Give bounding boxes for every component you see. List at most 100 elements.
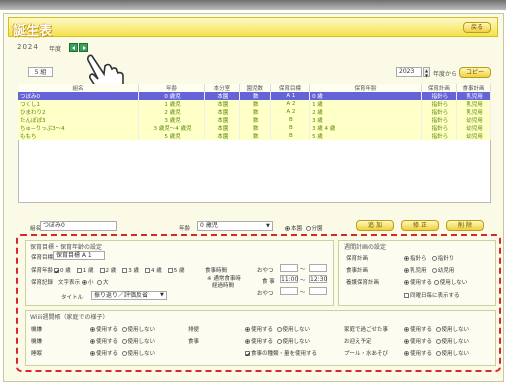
radio-use[interactable]	[245, 339, 250, 344]
fy-spinner[interactable]: ▲ ▼	[423, 67, 430, 78]
snack-pm-from[interactable]	[280, 287, 298, 295]
radio-nouse[interactable]	[276, 339, 282, 344]
snack-pm-to[interactable]	[309, 287, 327, 295]
table-row[interactable]: ちゅ−りっぷ3～4 3 歳児～4 歳児 本園数 B 3 歳 4 歳指針ら 幼児用	[18, 124, 492, 132]
spinner-arrows-icon: ▲ ▼	[425, 68, 429, 78]
snack-am-label: おやつ	[257, 268, 274, 274]
radio-use[interactable]	[90, 339, 95, 344]
age-checkbox[interactable]	[145, 268, 150, 273]
column-header[interactable]: 保育計画	[421, 84, 457, 92]
prev-year-button[interactable]	[69, 43, 78, 52]
checkbox-print[interactable]	[404, 293, 409, 298]
age-checkbox[interactable]	[54, 268, 59, 273]
column-header[interactable]: 園児数	[239, 84, 271, 92]
plan-row-label: 保育計画	[346, 256, 369, 262]
age-checkboxes[interactable]: 0 歳 1 歳 2 歳 3 歳 4 歳 5 歳	[54, 266, 191, 274]
meal-radios[interactable]: 乳児用 幼児用	[404, 266, 454, 274]
radio-use[interactable]	[245, 327, 250, 332]
table-header: 組名 年齢 本分室 園児数 保育目標 保育年齢 保育計画 食事計画	[18, 84, 492, 92]
plan-opt1: 指針ら	[410, 256, 427, 262]
notes-radios-b-0[interactable]: 使用する 使用しない	[245, 325, 310, 333]
age-checkbox[interactable]	[167, 268, 173, 273]
column-header[interactable]: 保育目標	[270, 84, 311, 92]
column-header[interactable]: 保育年齢	[309, 84, 422, 92]
radio-use[interactable]	[404, 339, 409, 344]
table-row[interactable]: ひまわり2 2 歳児 本園数 A 22 歳指針ら 乳児用	[18, 108, 492, 116]
goal-select[interactable]: 保育目標 A 1	[53, 251, 105, 260]
table-cell: 数	[239, 124, 271, 132]
notes-radios-b-1[interactable]: 使用する 使用しない	[245, 337, 310, 345]
table-cell: 乳児用	[456, 92, 492, 100]
age-checkbox-label: 4 歳	[151, 268, 162, 274]
font-size-radios[interactable]: 小 大	[82, 278, 109, 286]
group-count-field[interactable]: 5 組	[28, 67, 53, 77]
radio-plan-1[interactable]	[404, 256, 409, 261]
column-header[interactable]: 組名	[18, 84, 140, 92]
age-checkbox[interactable]	[76, 268, 82, 273]
column-header[interactable]: 年齢	[138, 84, 205, 92]
table-row[interactable]: たんぽぽ3 3 歳児 本園数 B 3 歳指針ら 幼児用	[18, 116, 492, 124]
print-label: 同曜日毎に表示する	[410, 293, 460, 299]
print-checkbox[interactable]: 同曜日毎に表示する	[404, 291, 460, 299]
fy-year-field[interactable]: 2023	[396, 67, 422, 77]
radio-meal-1[interactable]	[404, 268, 409, 273]
title-bar: 誕生表 戻る	[8, 17, 498, 39]
next-year-button[interactable]	[79, 43, 88, 52]
radio-use[interactable]	[90, 351, 95, 356]
back-button[interactable]: 戻る	[463, 22, 491, 33]
snack-am-from[interactable]	[280, 264, 298, 272]
notes-radios-c-2[interactable]: 使用する 使用しない	[404, 349, 469, 357]
add-button[interactable]: 追 加	[356, 220, 394, 231]
age-checkbox-label: 5 歳	[173, 268, 185, 274]
name-input[interactable]: つぼみ0	[40, 221, 117, 231]
table-row[interactable]: つぼみ0 0 歳児 本園数 A 10 歳指針ら 乳児用	[18, 92, 492, 100]
radio-nouse[interactable]	[121, 327, 127, 332]
radio-nouse[interactable]	[276, 327, 282, 332]
radio-use[interactable]	[404, 351, 409, 356]
edit-button[interactable]: 修 正	[401, 220, 439, 231]
room-radio-group[interactable]: 本園 分園	[285, 224, 323, 232]
notes-radios-a-0[interactable]: 使用する 使用しない	[90, 325, 155, 333]
copy-button[interactable]: コピー	[459, 67, 491, 78]
meal-to-field[interactable]: 12:30	[309, 275, 327, 283]
table-cell: 数	[239, 108, 271, 116]
radio-use[interactable]	[404, 327, 409, 332]
radio-nouse[interactable]	[121, 339, 127, 344]
radio-use[interactable]	[90, 327, 95, 332]
notes-radios-a-2[interactable]: 使用する 使用しない	[90, 349, 155, 357]
table-cell: 本園	[204, 124, 240, 132]
age-select[interactable]: 0 歳児	[197, 221, 273, 231]
table-row[interactable]: ももち 5 歳児 本園数 B 5 歳指針ら 幼児用	[18, 132, 492, 140]
radio-font-small[interactable]	[82, 280, 87, 285]
notes-radios-a-1[interactable]: 使用する 使用しない	[90, 337, 155, 345]
radio-main-room[interactable]	[285, 226, 290, 231]
notes-check-2[interactable]: 食事の種類・量を使用する	[245, 349, 317, 357]
notes-radios-c-1[interactable]: 使用する 使用しない	[404, 337, 469, 345]
radio-eval-use[interactable]	[404, 280, 409, 285]
radio-sub-room[interactable]	[305, 226, 311, 231]
radio-plan-2[interactable]	[431, 256, 437, 261]
column-header[interactable]: 本分室	[204, 84, 240, 92]
notes-radios-c-0[interactable]: 使用する 使用しない	[404, 325, 469, 333]
radio-font-large[interactable]	[97, 280, 103, 285]
meal-from-field[interactable]: 11:00	[280, 275, 298, 283]
age-checkbox[interactable]	[122, 268, 128, 273]
delete-button[interactable]: 削 除	[446, 220, 484, 231]
table-row[interactable]: つくし1 1 歳児 本園数 A 21 歳指針ら 乳児用	[18, 100, 492, 108]
table-cell: 指針ら	[421, 124, 457, 132]
checkbox-meal-kind[interactable]	[245, 351, 250, 356]
title-select[interactable]: 振り返り／評価反省	[91, 291, 167, 300]
age-checkbox[interactable]	[99, 268, 105, 273]
snack-am-to[interactable]	[309, 264, 327, 272]
radio-meal-2[interactable]	[431, 268, 437, 273]
radio-nouse[interactable]	[435, 351, 441, 356]
eval-radios[interactable]: 使用する 使用しない	[404, 278, 467, 286]
notes-label3-1: お迎え予定	[344, 339, 372, 345]
plan-radios[interactable]: 指針ら 指針り	[404, 254, 454, 262]
radio-nouse[interactable]	[435, 327, 441, 332]
table-cell: 幼児用	[456, 124, 492, 132]
radio-eval-nouse[interactable]	[433, 280, 439, 285]
radio-nouse[interactable]	[121, 351, 127, 356]
radio-nouse[interactable]	[435, 339, 441, 344]
column-header[interactable]: 食事計画	[456, 84, 492, 92]
